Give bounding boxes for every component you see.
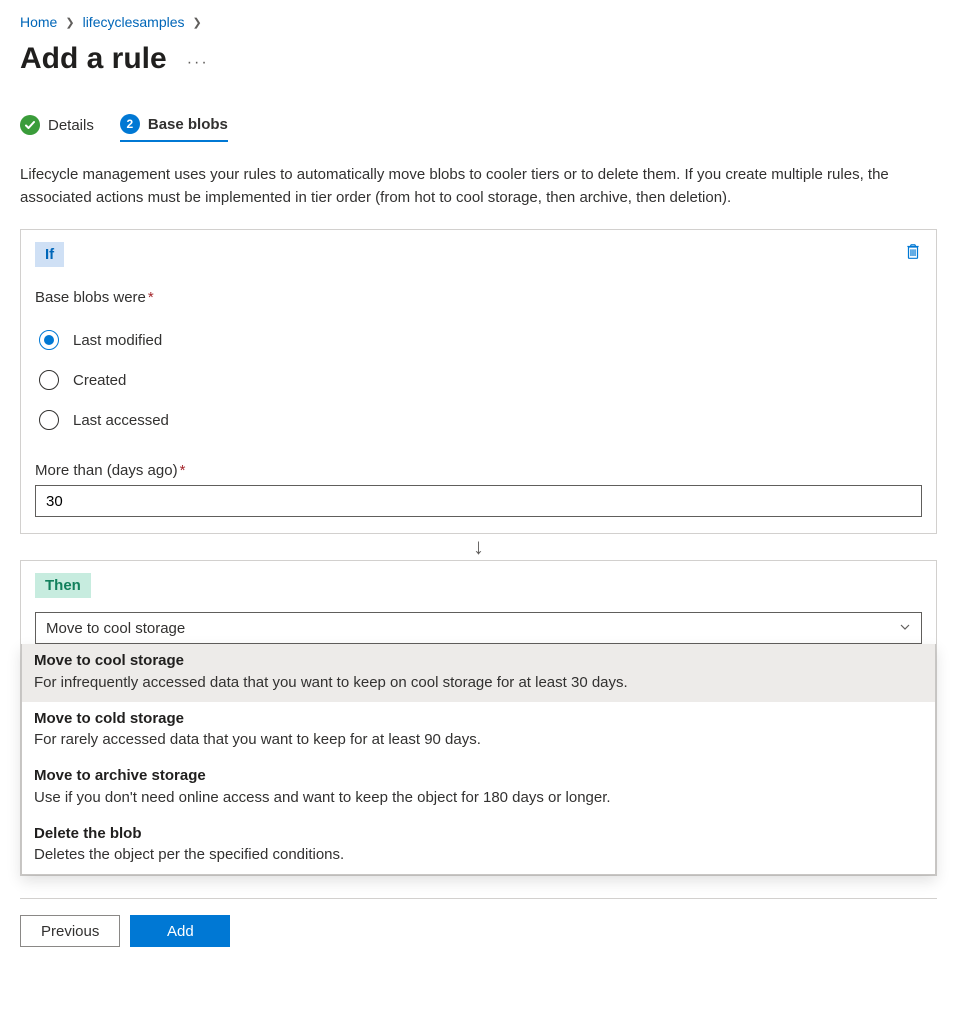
option-move-archive[interactable]: Move to archive storage Use if you don't…	[22, 759, 935, 817]
tab-label: Base blobs	[148, 116, 228, 133]
check-icon	[20, 115, 40, 135]
tab-details[interactable]: Details	[20, 115, 94, 141]
step-number-badge: 2	[120, 114, 140, 134]
radio-label: Created	[73, 372, 126, 389]
delete-icon[interactable]	[904, 242, 922, 260]
page-title: Add a rule	[20, 42, 167, 76]
breadcrumb-link-home[interactable]: Home	[20, 14, 57, 30]
base-blobs-radio-group: Last modified Created Last accessed	[35, 320, 922, 440]
days-ago-input[interactable]	[35, 485, 922, 517]
add-button[interactable]: Add	[130, 915, 230, 947]
more-actions-icon[interactable]: ···	[187, 42, 209, 72]
action-select[interactable]: Move to cool storage	[35, 612, 922, 644]
chevron-down-icon	[899, 620, 911, 637]
footer-actions: Previous Add	[20, 915, 937, 947]
then-badge: Then	[35, 573, 91, 598]
radio-icon	[39, 330, 59, 350]
arrow-down-icon: ↓	[20, 536, 937, 558]
step-tabs: Details 2 Base blobs	[20, 114, 937, 142]
action-dropdown-list: Move to cool storage For infrequently ac…	[21, 644, 936, 875]
base-blobs-were-label: Base blobs were*	[35, 289, 922, 306]
option-move-cool[interactable]: Move to cool storage For infrequently ac…	[22, 644, 935, 702]
tab-label: Details	[48, 117, 94, 134]
radio-created[interactable]: Created	[35, 360, 922, 400]
if-badge: If	[35, 242, 64, 267]
radio-last-modified[interactable]: Last modified	[35, 320, 922, 360]
radio-label: Last accessed	[73, 412, 169, 429]
condition-if-card: If Base blobs were* Last modified Create…	[20, 229, 937, 534]
chevron-right-icon: ❯	[65, 16, 74, 29]
tab-base-blobs[interactable]: 2 Base blobs	[120, 114, 228, 142]
previous-button[interactable]: Previous	[20, 915, 120, 947]
action-select-value: Move to cool storage	[46, 620, 185, 637]
option-move-cold[interactable]: Move to cold storage For rarely accessed…	[22, 702, 935, 760]
radio-last-accessed[interactable]: Last accessed	[35, 400, 922, 440]
breadcrumb: Home ❯ lifecyclesamples ❯	[20, 14, 937, 30]
days-ago-label: More than (days ago)*	[35, 462, 922, 479]
option-delete-blob[interactable]: Delete the blob Deletes the object per t…	[22, 817, 935, 875]
footer-separator	[20, 898, 937, 899]
radio-label: Last modified	[73, 332, 162, 349]
action-then-card: Then Move to cool storage Move to cool s…	[20, 560, 937, 876]
chevron-right-icon: ❯	[193, 16, 202, 29]
page-description: Lifecycle management uses your rules to …	[20, 164, 937, 209]
radio-icon	[39, 410, 59, 430]
breadcrumb-link-resource[interactable]: lifecyclesamples	[83, 14, 185, 30]
radio-icon	[39, 370, 59, 390]
